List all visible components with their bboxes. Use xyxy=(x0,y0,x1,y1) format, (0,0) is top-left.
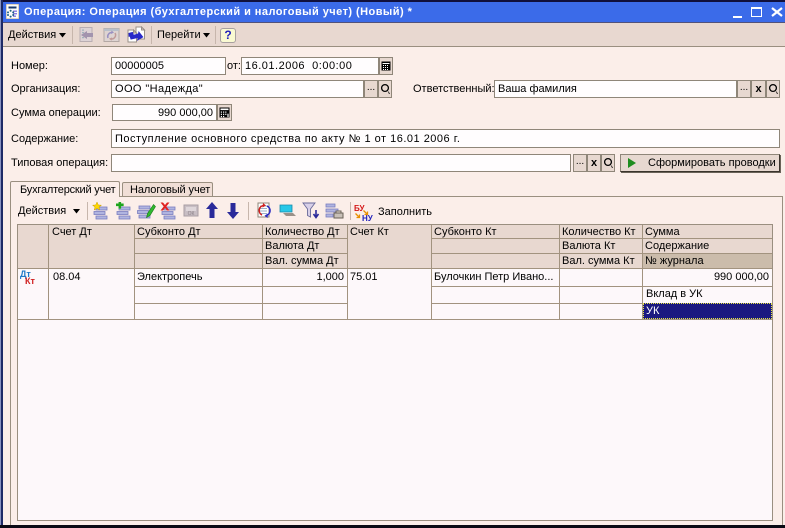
svg-text:НУ: НУ xyxy=(362,214,374,222)
svg-text:ОК: ОК xyxy=(188,211,195,217)
